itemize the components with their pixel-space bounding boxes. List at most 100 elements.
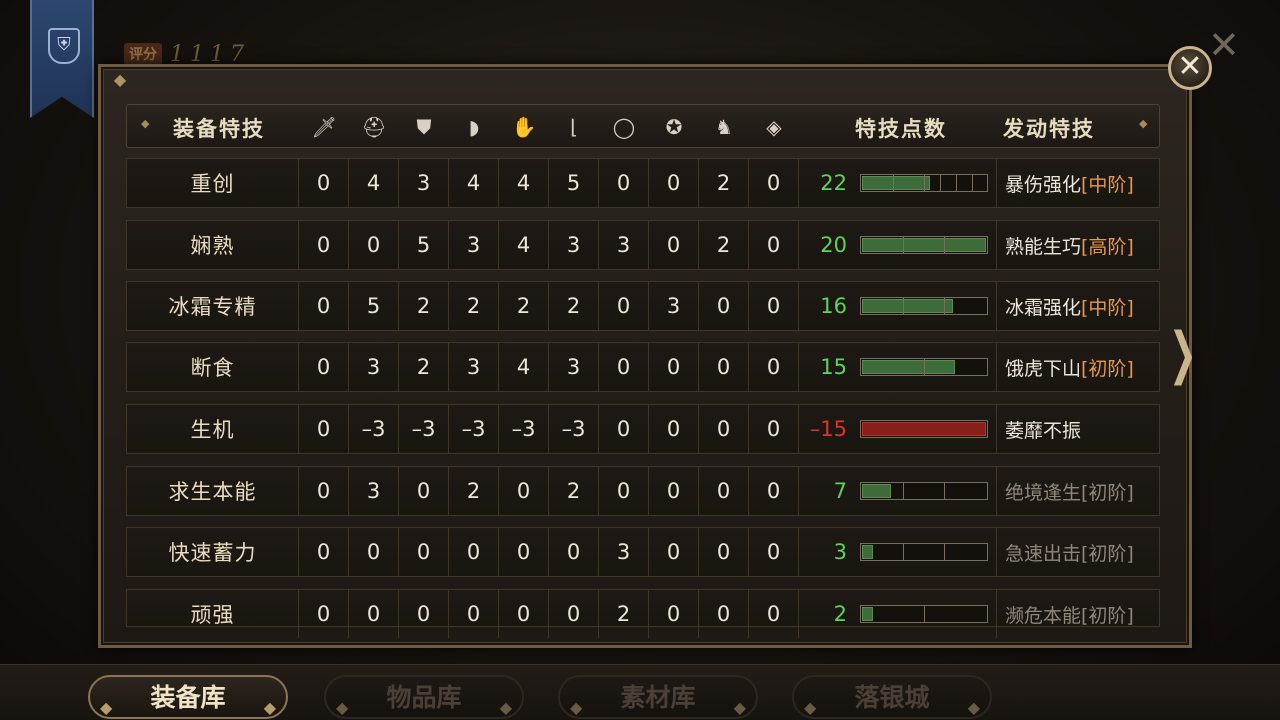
slot-value: 0 <box>499 528 549 576</box>
active-effect: 冰霜强化 [中阶] <box>997 282 1161 330</box>
slot-value: 0 <box>549 528 599 576</box>
slot-value: 3 <box>599 221 649 269</box>
tab-label: 素材库 <box>620 683 696 712</box>
progress-tick <box>923 359 925 375</box>
effect-name: 饿虎下山 <box>1005 357 1082 380</box>
progress-tick <box>902 483 904 499</box>
slot-value: 3 <box>549 221 599 269</box>
progress-tick <box>902 544 904 560</box>
slot-value: 4 <box>499 221 549 269</box>
table-row[interactable]: 求生本能 0 3 0 2 0 2 0 0 0 0 7 绝境逢生 [初阶] <box>126 466 1160 516</box>
skill-progress-bar <box>859 236 988 254</box>
progress-tick <box>939 175 941 191</box>
skill-name: 顽强 <box>127 590 299 638</box>
skill-progress-fill <box>861 176 930 190</box>
slot-value: 0 <box>349 528 399 576</box>
slot-value: 2 <box>699 159 749 207</box>
next-page-arrow-icon[interactable]: ❯ <box>1169 326 1197 382</box>
skill-name: 重创 <box>127 159 299 207</box>
effect-tier: [中阶] <box>1081 173 1134 196</box>
skill-progress-cell <box>851 343 997 391</box>
table-header: ◆ 装备特技 🗡 ⛑ ⛊ ◗ ✋ ⌊ ◯ ✪ ♞ ◈ 特技点数 发动特技 ◆ <box>126 104 1160 148</box>
slot-value: 0 <box>649 343 699 391</box>
slot-value: 0 <box>749 590 799 638</box>
skill-progress-cell <box>851 405 997 453</box>
slot-value: 2 <box>449 282 499 330</box>
tab-ornament-icon: ◆ <box>100 698 113 717</box>
progress-tick <box>943 237 945 253</box>
table-row[interactable]: 快速蓄力 0 0 0 0 0 0 3 0 0 0 3 急速出击 [初阶] <box>126 527 1160 577</box>
table-row[interactable]: 断食 0 3 2 3 4 3 0 0 0 0 15 饿虎下山 [初阶] <box>126 342 1160 392</box>
slot-value: 3 <box>649 282 699 330</box>
slot-value: 0 <box>749 282 799 330</box>
slot-value: 3 <box>349 467 399 515</box>
tab-luoyin-city[interactable]: ◆ 落银城 ◆ <box>792 675 992 719</box>
slot-value: 0 <box>699 590 749 638</box>
skill-progress-bar <box>859 297 988 315</box>
table-row[interactable]: 冰霜专精 0 5 2 2 2 2 0 3 0 0 16 冰霜强化 [中阶] <box>126 281 1160 331</box>
slot-value: 2 <box>399 282 449 330</box>
effect-tier: [初阶] <box>1081 357 1134 380</box>
header-points-label: 特技点数 <box>855 117 947 141</box>
table-row[interactable]: 生机 0 –3 –3 –3 –3 –3 0 0 0 0 –15 萎靡不振 <box>126 404 1160 454</box>
table-row[interactable]: 顽强 0 0 0 0 0 0 2 0 0 0 2 濒危本能 [初阶] <box>126 589 1160 638</box>
slot-value: 0 <box>649 221 699 269</box>
slot-value: 0 <box>649 467 699 515</box>
table-row[interactable]: 重创 0 4 3 4 4 5 0 0 2 0 22 暴伤强化 [中阶] <box>126 158 1160 208</box>
tab-material-storage[interactable]: ◆ 素材库 ◆ <box>558 675 758 719</box>
slot-value: 0 <box>699 405 749 453</box>
slot-value: 3 <box>399 159 449 207</box>
slot-value: 0 <box>399 467 449 515</box>
close-button[interactable]: ✕ <box>1168 46 1212 90</box>
skill-points-total: 2 <box>833 602 847 626</box>
slot-value: 0 <box>649 590 699 638</box>
slot-value: 3 <box>349 343 399 391</box>
skill-name: 生机 <box>127 405 299 453</box>
skill-progress-fill <box>861 484 891 498</box>
tab-ornament-icon: ◆ <box>336 698 349 717</box>
slot-value: 2 <box>599 590 649 638</box>
active-effect: 萎靡不振 <box>997 405 1161 453</box>
slot-value: 0 <box>299 590 349 638</box>
slot-value: 0 <box>749 159 799 207</box>
active-effect: 熟能生巧 [高阶] <box>997 221 1161 269</box>
helmet-icon: ⛑ <box>361 115 387 139</box>
active-effect: 饿虎下山 [初阶] <box>997 343 1161 391</box>
skill-points-total: –15 <box>809 417 847 441</box>
slot-value: 0 <box>699 528 749 576</box>
effect-name: 绝境逢生 <box>1005 481 1082 504</box>
slot-value: 0 <box>649 528 699 576</box>
gauntlet-icon: ✋ <box>511 115 537 139</box>
skill-progress-bar <box>859 605 988 623</box>
skill-progress-cell <box>851 590 997 638</box>
slot-value: 0 <box>749 405 799 453</box>
effect-name: 冰霜强化 <box>1005 296 1082 319</box>
slot-value: 0 <box>299 405 349 453</box>
tab-item-storage[interactable]: ◆ 物品库 ◆ <box>324 675 524 719</box>
sword-icon: 🗡 <box>311 115 337 139</box>
boots-icon: ⌊ <box>570 115 578 139</box>
skill-name: 冰霜专精 <box>127 282 299 330</box>
guild-banner[interactable]: ⛨ <box>30 0 94 118</box>
slot-value: 0 <box>649 405 699 453</box>
progress-tick <box>892 175 894 191</box>
skill-name: 求生本能 <box>127 467 299 515</box>
skill-progress-cell <box>851 282 997 330</box>
table-row[interactable]: 娴熟 0 0 5 3 4 3 3 0 2 0 20 熟能生巧 [高阶] <box>126 220 1160 270</box>
skill-progress-fill <box>861 238 986 252</box>
slot-value: 2 <box>699 221 749 269</box>
slot-value: 0 <box>299 159 349 207</box>
slot-value: 4 <box>449 159 499 207</box>
skill-progress-bar <box>859 174 988 192</box>
slot-value: 3 <box>599 528 649 576</box>
score-value: 1117 <box>170 41 250 67</box>
effect-tier: [初阶] <box>1081 542 1134 565</box>
effect-name: 急速出击 <box>1005 542 1082 565</box>
progress-tick <box>971 175 973 191</box>
tab-equipment-storage[interactable]: ◆ 装备库 ◆ <box>88 675 288 719</box>
slot-value: 0 <box>749 528 799 576</box>
skill-progress-cell <box>851 159 997 207</box>
slot-value: 5 <box>349 282 399 330</box>
skill-points-total: 20 <box>820 233 847 257</box>
tab-ornament-icon: ◆ <box>570 698 583 717</box>
